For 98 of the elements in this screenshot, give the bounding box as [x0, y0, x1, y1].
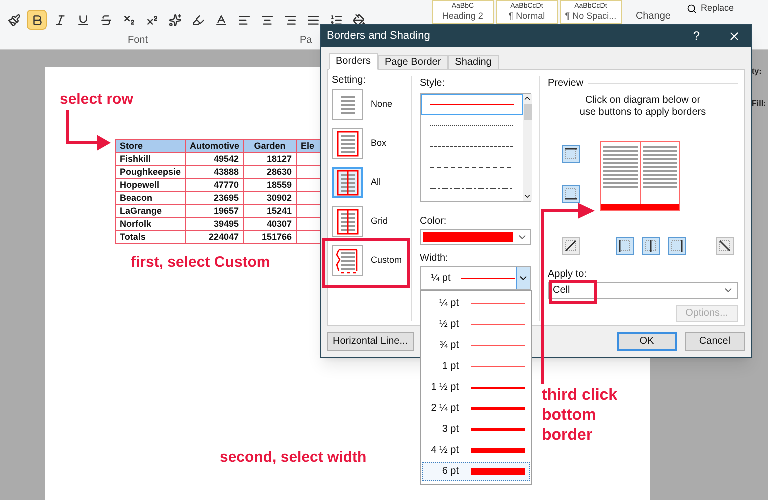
close-icon[interactable] [728, 30, 741, 42]
width-option[interactable]: 4 ½ pt [422, 441, 530, 460]
setting-option[interactable] [332, 89, 363, 120]
table-cell: 40307 [244, 218, 296, 230]
table-cell: 224047 [186, 230, 244, 244]
table-cell: 39495 [186, 218, 244, 230]
width-option[interactable]: 6 pt [422, 462, 530, 481]
setting-label: Custom [371, 254, 402, 267]
annotation-text: second, select width [220, 449, 367, 468]
setting-label: Grid [371, 214, 388, 228]
dialog-tab[interactable]: Shading [448, 55, 499, 70]
setting-option[interactable] [332, 245, 363, 276]
line-sample-icon [430, 166, 514, 170]
annotation-text: first, select Custom [131, 254, 270, 273]
column-header: Store [116, 140, 186, 152]
highlight-frame [549, 280, 597, 304]
style-label: Style: [420, 77, 446, 91]
apply-to-dropdown[interactable]: Cell [548, 282, 738, 299]
table-border-icon [334, 208, 360, 236]
border-toggle-button[interactable] [562, 145, 580, 163]
scroll-thumb[interactable] [524, 104, 532, 120]
annotation-text: select row [60, 91, 134, 110]
scrollbar[interactable] [523, 94, 532, 201]
table-cell: LaGrange [116, 204, 186, 218]
table-cell: 18559 [244, 178, 296, 192]
width-option[interactable]: ¾ pt [422, 336, 530, 355]
table-cell: 28630 [244, 166, 296, 178]
dialog-title: Borders and Shading [327, 28, 430, 44]
table-cell: Norfolk [116, 218, 186, 230]
width-option[interactable]: 1 ½ pt [422, 378, 530, 397]
table-cell: 23695 [186, 192, 244, 204]
group-label: Font [128, 34, 148, 48]
setting-option[interactable] [332, 128, 363, 159]
table-cell: 151766 [244, 230, 296, 244]
cancel-button[interactable]: Cancel [685, 332, 745, 351]
width-label: Width: [420, 252, 450, 266]
line-sample-icon [430, 186, 514, 190]
side-panel-label: Fill: [752, 98, 768, 110]
table-border-icon [334, 130, 360, 158]
table-cell: Hopewell [116, 178, 186, 192]
table-cell: Poughkeepsie [116, 166, 186, 178]
side-panel-label: ty: [752, 66, 763, 78]
width-dropdown[interactable]: ¼ pt [420, 266, 531, 290]
replace-button[interactable]: Replace [700, 2, 734, 16]
table-cell: Totals [116, 230, 186, 244]
color-dropdown[interactable] [420, 229, 531, 245]
table-border-icon [334, 168, 360, 196]
help-button[interactable]: ? [693, 27, 700, 45]
table-cell: 49542 [186, 152, 244, 166]
line-sample-icon [430, 102, 514, 106]
width-option[interactable]: 1 pt [422, 357, 530, 376]
group-label: Pa [300, 34, 312, 48]
border-toggle-button[interactable] [642, 237, 660, 255]
table-border-icon [334, 246, 360, 274]
setting-option[interactable] [332, 167, 363, 198]
preview-hint: Click on diagram below or use buttons to apply borders [578, 95, 708, 119]
table-cell: 47770 [186, 178, 244, 192]
horizontal-line-button[interactable]: Horizontal Line... [327, 332, 414, 351]
width-option[interactable]: ¼ pt [422, 294, 530, 313]
dialog-tab[interactable]: Page Border [378, 55, 448, 70]
table-cell: 15241 [244, 204, 296, 218]
table-cell: 18127 [244, 152, 296, 166]
setting-label: All [371, 176, 382, 189]
table-cell: 30902 [244, 192, 296, 204]
border-toggle-button[interactable] [668, 237, 686, 255]
setting-option[interactable] [332, 206, 363, 237]
line-style-list[interactable] [420, 93, 531, 202]
setting-label: None [371, 98, 393, 111]
table-cell: Beacon [116, 192, 186, 204]
scroll-down-icon[interactable] [523, 192, 532, 201]
border-toggle-button[interactable] [716, 237, 734, 255]
width-option[interactable]: ½ pt [422, 315, 530, 334]
line-sample-icon [430, 124, 514, 128]
chevron-icon[interactable] [516, 267, 530, 289]
table-cell: Fishkill [116, 152, 186, 166]
color-label: Color: [420, 215, 448, 229]
column-header: Automotive [186, 140, 244, 152]
setting-label: Box [371, 136, 387, 150]
apply-to-label: Apply to: [548, 268, 588, 282]
annotation-text: third click bottom border [542, 386, 619, 446]
table-cell: 43888 [186, 166, 244, 178]
width-option[interactable]: 3 pt [422, 420, 530, 439]
border-toggle-button[interactable] [562, 237, 580, 255]
border-toggle-button[interactable] [562, 185, 580, 203]
preview-label: Preview [548, 77, 584, 91]
width-option[interactable]: 2 ¼ pt [422, 399, 530, 418]
dialog-tab[interactable]: Borders [329, 53, 378, 70]
line-sample-icon [430, 144, 514, 148]
border-toggle-button[interactable] [616, 237, 634, 255]
setting-label: Setting: [332, 76, 367, 86]
change-styles-button[interactable]: Change [632, 0, 675, 24]
search-icon [686, 4, 697, 14]
border-preview-drawing[interactable] [600, 141, 680, 211]
ok-button[interactable]: OK [617, 332, 677, 351]
table-cell: 19657 [186, 204, 244, 218]
column-header: Garden [244, 140, 296, 152]
scroll-up-icon[interactable] [523, 94, 532, 103]
bold-icon[interactable] [27, 10, 47, 30]
